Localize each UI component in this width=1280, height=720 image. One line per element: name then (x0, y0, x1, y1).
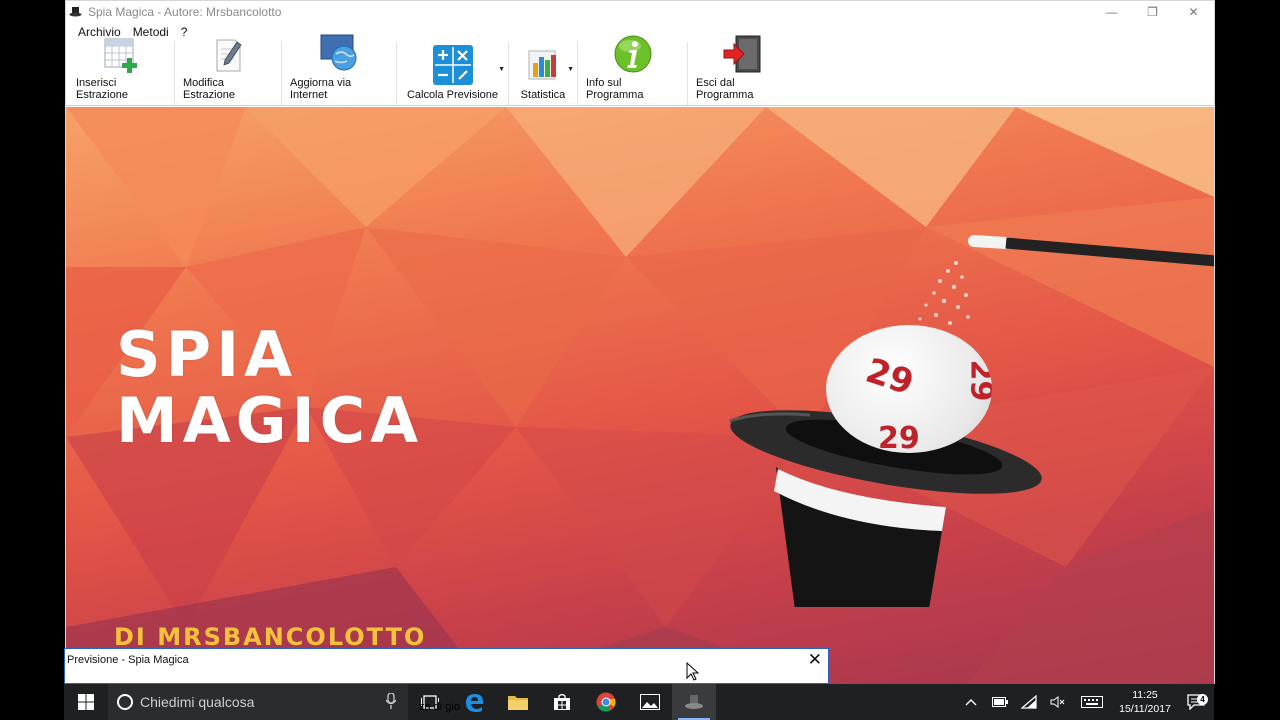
clock-date: 15/11/2017 (1119, 703, 1171, 715)
volume-muted-icon[interactable] (1043, 696, 1072, 708)
edge-icon (466, 694, 483, 712)
spia-magica-icon (685, 695, 703, 709)
modifica-estrazione-label: Modifica Estrazione (183, 77, 235, 101)
microphone-icon[interactable] (386, 693, 396, 709)
taskbar: Chiedimi qualcosa za di gio 11:25 15/11/… (64, 684, 1214, 720)
insert-grid-icon (100, 36, 142, 74)
chrome-button[interactable] (584, 684, 628, 720)
file-explorer-button[interactable] (496, 684, 540, 720)
ball-number-main: 29 (860, 350, 919, 404)
battery-icon[interactable] (985, 697, 1014, 707)
photos-button[interactable] (628, 684, 672, 720)
statistica-dropdown-icon[interactable]: ▼ (567, 66, 574, 73)
system-tray: 11:25 15/11/2017 4 (956, 684, 1214, 720)
keyboard-icon[interactable] (1072, 696, 1112, 708)
clock-time: 11:25 (1132, 689, 1158, 701)
mouse-cursor-icon (686, 662, 700, 681)
calcola-previsione-button[interactable]: Calcola Previsione ▼ (397, 42, 509, 105)
bar-chart-icon (522, 44, 564, 86)
ball-number-bottom: 29 (878, 421, 920, 453)
splash-title: SPIA MAGICA (116, 322, 423, 454)
title-bar: Spia Magica - Autore: Mrsbancolotto — ❐ … (66, 1, 1214, 22)
windows-logo-icon (78, 694, 94, 710)
globe-monitor-icon (318, 32, 360, 74)
screen: Spia Magica - Autore: Mrsbancolotto — ❐ … (0, 0, 1280, 720)
info-sul-programma-button[interactable]: Info sul Programma (578, 35, 688, 105)
edit-document-icon (207, 36, 249, 74)
splash-title-line2: MAGICA (116, 384, 424, 457)
menu-help[interactable]: ? (175, 25, 194, 39)
calcola-previsione-dropdown-icon[interactable]: ▼ (498, 66, 505, 73)
show-hidden-icons-chevron-icon[interactable] (956, 698, 985, 706)
previsione-dialog: Previsione - Spia Magica ✕ (64, 648, 829, 684)
inserisci-estrazione-label: Inserisci Estrazione (76, 77, 128, 101)
window-title: Spia Magica - Autore: Mrsbancolotto (88, 4, 282, 19)
statistica-label: Statistica (520, 89, 566, 101)
calculator-icon (432, 44, 474, 86)
store-icon (554, 693, 570, 710)
esci-dal-programma-button[interactable]: Esci dal Programma (688, 35, 796, 105)
notification-count-badge: 4 (1197, 694, 1208, 705)
restore-button[interactable]: ❐ (1132, 1, 1173, 22)
ball-number-side: 29 (963, 359, 992, 402)
store-button[interactable] (540, 684, 584, 720)
close-button[interactable]: ✕ (1173, 1, 1214, 22)
action-center-button[interactable]: 4 (1178, 694, 1214, 710)
info-icon (612, 34, 654, 74)
splash-image: 29 29 29 SPIA MAGICA DI MRSBANCOLOTTO (66, 107, 1214, 684)
system-clock[interactable]: 11:25 15/11/2017 (1112, 688, 1178, 716)
magic-hat-icon (68, 5, 82, 19)
esci-dal-programma-label: Esci dal Programma (696, 77, 754, 101)
lottery-ball: 29 29 29 (826, 325, 992, 453)
exit-door-icon (721, 34, 763, 74)
wifi-icon[interactable] (1014, 695, 1043, 709)
photos-icon (640, 694, 660, 710)
start-button[interactable] (64, 684, 108, 720)
spia-magica-taskbar-button[interactable] (672, 684, 716, 720)
toolbar: Inserisci Estrazione Modifica Estrazione (66, 34, 1214, 106)
app-window: Spia Magica - Autore: Mrsbancolotto — ❐ … (65, 0, 1215, 684)
inserisci-estrazione-button[interactable]: Inserisci Estrazione (68, 38, 175, 105)
splash-author: DI MRSBANCOLOTTO (114, 623, 427, 651)
aggiorna-via-internet-label: Aggiorna via Internet (290, 77, 352, 101)
chrome-icon (596, 692, 616, 712)
magic-wand-icon (968, 235, 1214, 267)
aggiorna-via-internet-button[interactable]: Aggiorna via Internet (282, 34, 397, 105)
obscured-taskbar-text: za di gio (419, 701, 460, 713)
search-placeholder: Chiedimi qualcosa (140, 694, 255, 710)
splash-title-line1: SPIA (116, 318, 298, 391)
modifica-estrazione-button[interactable]: Modifica Estrazione (175, 39, 282, 105)
cortana-search-box[interactable]: Chiedimi qualcosa (108, 684, 408, 720)
file-explorer-icon (508, 696, 528, 710)
statistica-button[interactable]: Statistica ▼ (509, 42, 578, 105)
info-sul-programma-label: Info sul Programma (586, 77, 644, 101)
cortana-circle-icon (117, 694, 133, 710)
calcola-previsione-label: Calcola Previsione (406, 89, 499, 101)
dialog-close-button[interactable]: ✕ (808, 651, 822, 669)
minimize-button[interactable]: — (1091, 1, 1132, 22)
dialog-title: Previsione - Spia Magica (67, 654, 189, 666)
